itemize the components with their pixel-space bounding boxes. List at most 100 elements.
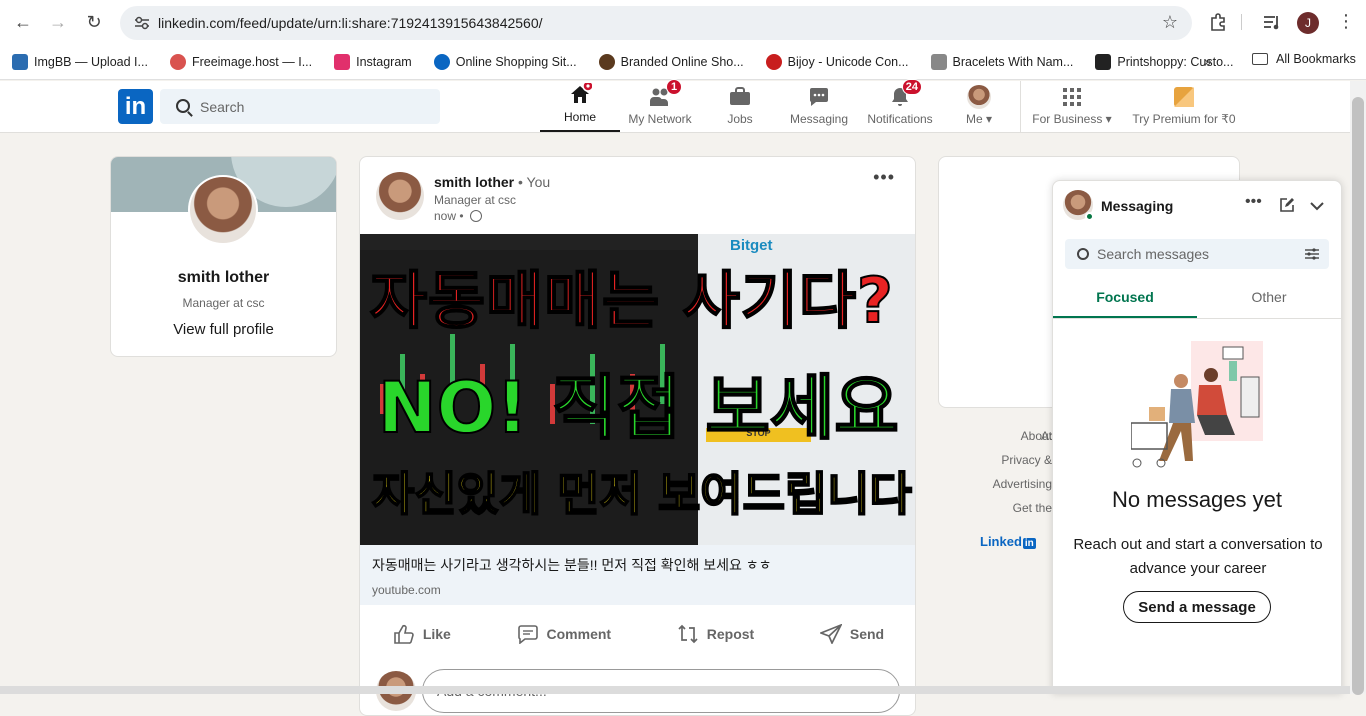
messaging-header[interactable]: Messaging ••• [1053,181,1341,231]
footer-get-app[interactable]: Get the [938,500,1058,524]
filter-icon[interactable] [1305,247,1319,261]
nav-premium[interactable]: Try Premium for ₹0 [1130,81,1238,132]
post-author-headline: Manager at csc [434,193,517,207]
extensions-icon[interactable] [1208,12,1228,32]
empty-state-description: Reach out and start a conversation to ad… [1073,536,1323,577]
nav-messaging[interactable]: Messaging [786,81,852,132]
nav-home[interactable]: Home [540,81,620,132]
nav-my-network[interactable]: 1 My Network [622,79,698,132]
browser-menu-icon[interactable]: ⋮ [1337,10,1355,32]
paper-plane-icon [819,624,842,644]
bookmark-item[interactable]: ImgBB — Upload I... [12,53,148,70]
thumbnail-headline-2: NO! 직접 보세요 [377,366,900,450]
profile-name[interactable]: smith lother [111,269,336,287]
bijoy-icon [765,53,782,70]
post-actions: Like Comment Repost Send [360,605,915,663]
linkedin-header: in Search Home 1 My Network Jobs Messagi… [0,79,1366,133]
media-control-icon[interactable] [1262,12,1282,32]
scrollbar-thumb[interactable] [1352,97,1364,695]
view-profile-link[interactable]: View full profile [111,321,336,338]
bookmark-item[interactable]: Branded Online Sho... [598,53,744,70]
footer-privacy[interactable]: Privacy & [938,452,1058,476]
shopping-icon [433,53,450,70]
bracelets-icon [930,53,947,70]
freeimage-icon [169,53,186,70]
toolbar-divider [1241,14,1242,30]
footer-linkedin-brand: Linked in [980,534,1036,549]
browser-chrome: ← → ↻ linkedin.com/feed/update/urn:li:sh… [0,0,1366,80]
reload-icon[interactable]: ↻ [83,11,105,33]
footer-links: About Ac Privacy & Advertising Get the L… [938,428,1058,549]
feed-post: smith lother • You Manager at csc now • … [359,156,916,716]
bookmark-item[interactable]: Freeimage.host — I... [169,53,312,70]
profile-photo[interactable] [188,175,258,245]
nav-divider [1020,81,1021,132]
horizontal-scrollbar[interactable] [0,686,1350,694]
bookmarks-overflow-icon[interactable]: » [1204,53,1212,69]
url-text: linkedin.com/feed/update/urn:li:share:71… [158,15,543,31]
tab-other[interactable]: Other [1197,281,1341,318]
link-title: 자동매매는 사기라고 생각하시는 분들!! 먼저 직접 확인해 보세요 ㅎㅎ [372,557,772,573]
network-badge: 1 [666,79,682,95]
chat-icon [809,88,828,106]
bookmark-item[interactable]: Bijoy - Unicode Con... [765,53,909,70]
profile-headline: Manager at csc [182,296,265,310]
empty-inbox-illustration [1131,341,1263,468]
caret-down-icon: ▾ [1105,112,1112,126]
folder-icon [1252,53,1268,65]
me-avatar [967,85,991,109]
compose-icon[interactable] [1279,197,1295,213]
search-icon [176,99,190,113]
linkedin-logo[interactable]: in [118,89,153,124]
nav-notifications[interactable]: 24 Notifications [862,79,938,132]
search-input[interactable]: Search [160,89,440,124]
nav-jobs[interactable]: Jobs [710,81,770,132]
thumbnail-headline-1: 자동매매는 사기다? [369,263,894,338]
back-arrow-icon[interactable]: ← [12,11,34,33]
like-button[interactable]: Like [393,624,451,644]
thumbs-up-icon [394,624,414,644]
link-domain: youtube.com [372,583,441,597]
chevron-down-icon[interactable] [1309,198,1325,214]
briefcase-icon [730,87,750,105]
post-more-icon[interactable]: ••• [873,167,895,188]
printshoppy-icon [1095,53,1112,70]
network-icon: 1 [648,79,682,109]
globe-icon [469,210,482,222]
bookmark-star-icon[interactable]: ☆ [1162,12,1178,33]
home-icon [571,83,592,103]
forward-arrow-icon[interactable]: → [47,11,69,33]
nav-me[interactable]: Me ▾ [956,81,1002,132]
page-scrollbar[interactable] [1350,81,1366,695]
post-timestamp: now • [434,209,482,223]
repost-button[interactable]: Repost [677,624,754,644]
browser-profile-avatar[interactable]: J [1297,12,1319,34]
linkedin-in-icon: in [1022,538,1036,549]
messaging-more-icon[interactable]: ••• [1245,193,1262,211]
bookmark-item[interactable]: Printshoppy: Custo... [1095,53,1233,70]
instagram-icon [334,53,351,70]
post-you-label: • You [518,174,551,190]
footer-advertising[interactable]: Advertising [938,476,1058,500]
message-search-input[interactable]: Search messages [1065,239,1329,269]
bookmarks-bar: ImgBB — Upload I... Freeimage.host — I..… [0,44,1366,80]
branded-shop-icon [598,53,615,70]
tab-focused[interactable]: Focused [1053,281,1197,318]
comment-button[interactable]: Comment [517,624,611,644]
grid-icon [1063,88,1081,106]
bookmark-item[interactable]: Instagram [334,53,412,70]
video-thumbnail[interactable]: Bitget STOP 자동매매는 사기다? NO! 직접 보세요 자신있게 먼… [360,234,915,545]
send-message-button[interactable]: Send a message [1123,591,1271,623]
footer-row: About Ac [938,428,1058,452]
site-settings-icon[interactable] [134,16,150,30]
all-bookmarks-button[interactable]: All Bookmarks [1252,52,1356,66]
send-button[interactable]: Send [819,624,884,644]
nav-for-business[interactable]: For Business ▾ [1030,81,1114,132]
url-bar[interactable]: linkedin.com/feed/update/urn:li:share:71… [120,6,1192,40]
bookmark-item[interactable]: Online Shopping Sit... [433,53,577,70]
post-author-avatar[interactable] [376,172,424,220]
bookmark-item[interactable]: Bracelets With Nam... [930,53,1073,70]
caret-down-icon: ▾ [985,112,993,126]
post-author-name[interactable]: smith lother • You [434,174,550,190]
link-preview[interactable]: 자동매매는 사기라고 생각하시는 분들!! 먼저 직접 확인해 보세요 ㅎㅎ y… [360,545,915,605]
